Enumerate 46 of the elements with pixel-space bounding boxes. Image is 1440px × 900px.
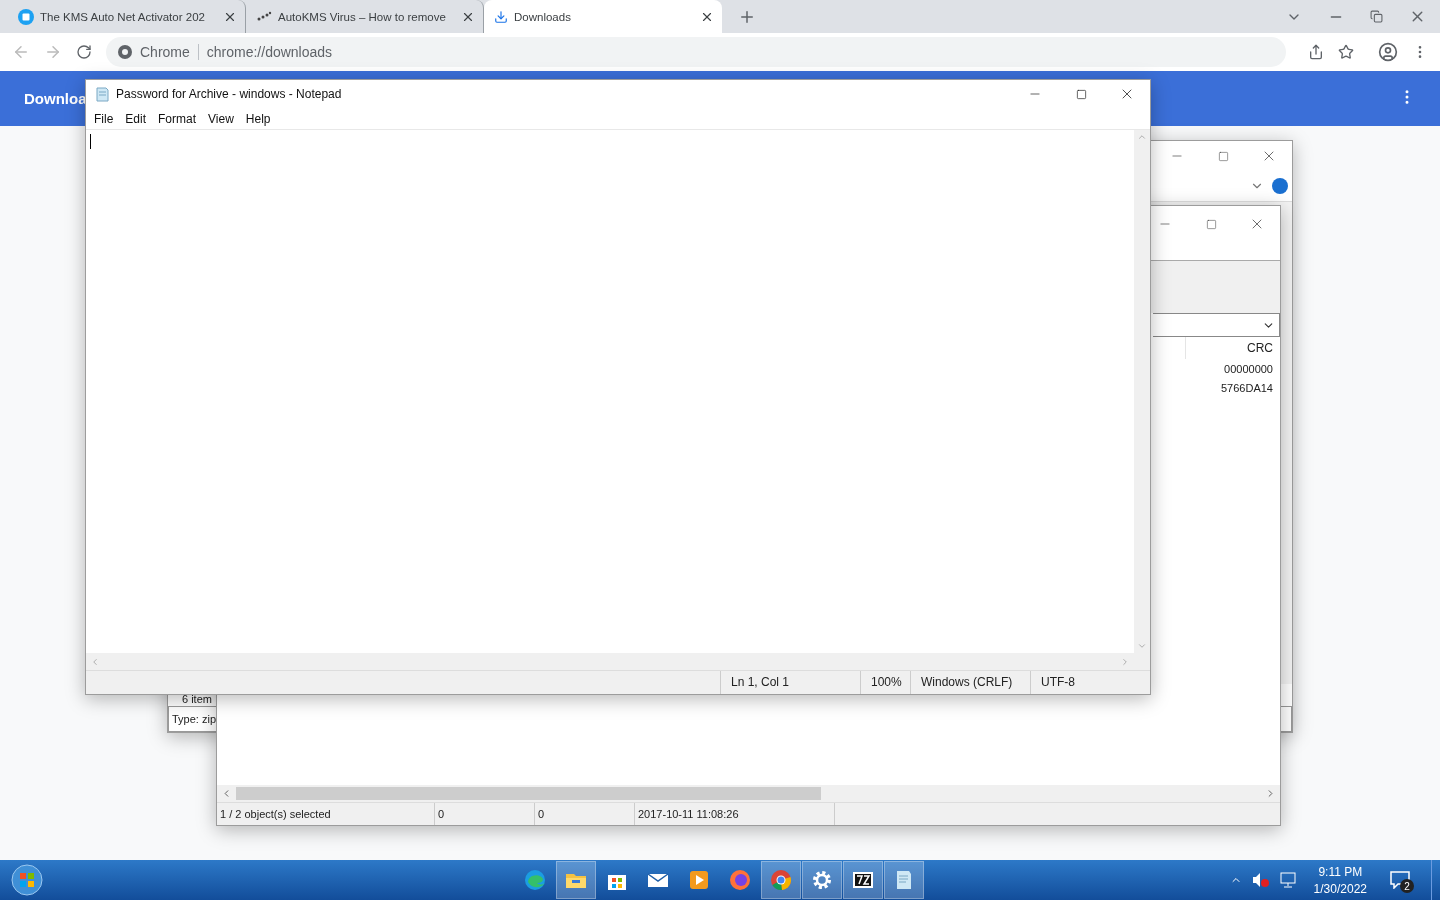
windows-logo-icon[interactable] (11, 864, 43, 896)
status-cell: Ln 1, Col 1 (720, 671, 860, 694)
scroll-right-icon[interactable] (1265, 788, 1276, 799)
notepad-icon (94, 86, 110, 102)
network-icon[interactable] (1279, 872, 1298, 888)
page-title: Downloa (24, 90, 87, 107)
status-text: 6 item (181, 692, 213, 706)
maximize-icon[interactable] (1075, 88, 1087, 100)
help-icon[interactable] (1272, 178, 1288, 194)
menu-item[interactable]: Edit (119, 111, 153, 126)
share-icon[interactable] (1308, 44, 1324, 60)
table-cell-text: 5766DA14 (1221, 381, 1274, 396)
status-cell: 100% (860, 671, 910, 694)
muted-speaker-icon[interactable] (1251, 872, 1270, 888)
menu-item[interactable]: Format (152, 111, 203, 126)
maximize-icon[interactable] (1217, 150, 1229, 162)
status-cell: 1 / 2 object(s) selected (217, 803, 435, 825)
status-cell: 0 (435, 803, 535, 825)
notification-icon[interactable] (1390, 871, 1410, 889)
notification-count: 2 (1400, 879, 1414, 893)
status-cell: UTF-8 (1030, 671, 1130, 694)
edge-icon (523, 868, 547, 892)
horizontal-scrollbar[interactable] (217, 785, 1280, 802)
menu-item[interactable]: File (88, 111, 120, 126)
reload-icon[interactable] (76, 44, 92, 60)
menu-item[interactable]: Help (239, 111, 277, 126)
clock[interactable]: 9:11 PM 1/30/2022 (1307, 864, 1373, 896)
window-title: Password for Archive - windows - Notepad (116, 87, 342, 101)
maximize-icon[interactable] (1205, 218, 1217, 230)
gear-icon (810, 868, 834, 892)
profile-icon[interactable] (1378, 42, 1398, 62)
media-player-icon (687, 868, 711, 892)
column-header[interactable]: CRC (1185, 337, 1280, 359)
download-icon (494, 9, 508, 24)
browser-tab[interactable]: Downloads (484, 0, 722, 33)
status-cell: 0 (535, 803, 635, 825)
address-bar[interactable]: Chrome chrome://downloads (106, 37, 1286, 67)
star-icon[interactable] (1338, 44, 1354, 60)
taskbar-app[interactable] (843, 861, 883, 899)
status-cell: Windows (CRLF) (910, 671, 1030, 694)
status-cell: 2017-10-11 11:08:26 (635, 803, 835, 825)
table-cell-text: 00000000 (1224, 362, 1274, 377)
menu-item[interactable]: View (202, 111, 240, 126)
firefox-icon (728, 868, 752, 892)
address-field[interactable] (1153, 313, 1280, 337)
restore-icon[interactable] (1370, 10, 1383, 23)
